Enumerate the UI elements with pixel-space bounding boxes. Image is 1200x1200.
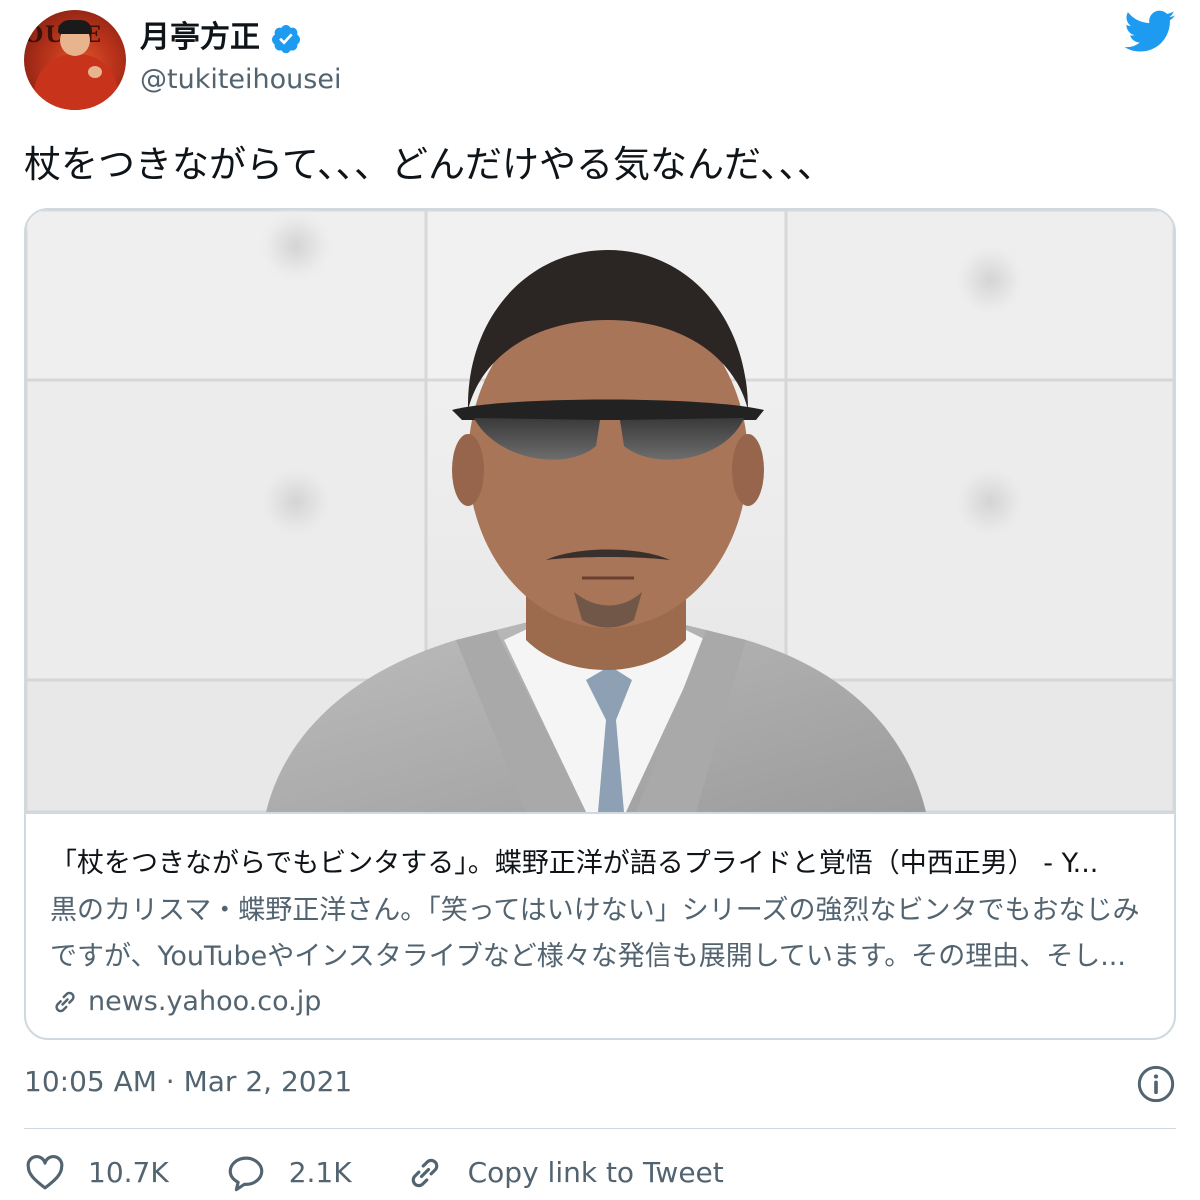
display-name[interactable]: 月亭方正	[140, 16, 260, 60]
avatar-kimono	[34, 54, 118, 110]
reply-count: 2.1K	[288, 1156, 352, 1189]
tweet: OUSE 月亭方正 @tukiteihousei 杖をつきながらて、、、どんだけ…	[0, 0, 1200, 1200]
card-title[interactable]: 「杖をつきながらでもビンタする」。蝶野正洋が語るプライドと覚悟（中西正男） - …	[50, 842, 1150, 886]
reply-bubble-icon	[228, 1156, 264, 1192]
divider	[24, 1128, 1176, 1129]
card-description-line: 黒のカリスマ・蝶野正洋さん。「笑ってはいけない」シリーズの強烈なビンタでもおなじ…	[50, 895, 1140, 926]
twitter-bird-icon[interactable]	[1124, 10, 1176, 54]
avatar-hand	[88, 66, 102, 78]
avatar-hair	[58, 20, 92, 34]
avatar[interactable]: OUSE	[24, 10, 126, 110]
timestamp[interactable]: 10:05 AM · Mar 2, 2021	[24, 1060, 352, 1104]
card-photo	[26, 210, 1174, 812]
verified-badge-icon	[272, 25, 300, 54]
card-image	[26, 210, 1174, 812]
like-button[interactable]: 10.7K	[24, 1151, 169, 1195]
card-description-line: ですが、YouTubeやインスタライブなど様々な発信も展開しています。その理由、…	[50, 941, 1126, 972]
username[interactable]: @tukiteihousei	[140, 60, 341, 100]
copy-link-label: Copy link to Tweet	[467, 1156, 724, 1189]
chain-link-icon	[411, 1158, 438, 1188]
heart-icon	[26, 1155, 64, 1190]
action-bar: 10.7K 2.1K Copy link to Tweet	[24, 1148, 724, 1198]
card-divider	[26, 812, 1174, 814]
link-card[interactable]: 「杖をつきながらでもビンタする」。蝶野正洋が語るプライドと覚悟（中西正男） - …	[24, 208, 1176, 1040]
card-description: 黒のカリスマ・蝶野正洋さん。「笑ってはいけない」シリーズの強烈なビンタでもおなじ…	[50, 888, 1150, 980]
tweet-text: 杖をつきながらて、、、どんだけやる気なんだ、、、	[24, 143, 834, 186]
info-icon[interactable]	[1136, 1064, 1176, 1104]
link-icon	[55, 991, 75, 1013]
like-count: 10.7K	[88, 1156, 169, 1189]
card-domain-text: news.yahoo.co.jp	[88, 986, 322, 1017]
copy-link-button[interactable]: Copy link to Tweet	[404, 1151, 724, 1195]
card-domain[interactable]: news.yahoo.co.jp	[50, 980, 321, 1024]
reply-button[interactable]: 2.1K	[225, 1151, 352, 1195]
